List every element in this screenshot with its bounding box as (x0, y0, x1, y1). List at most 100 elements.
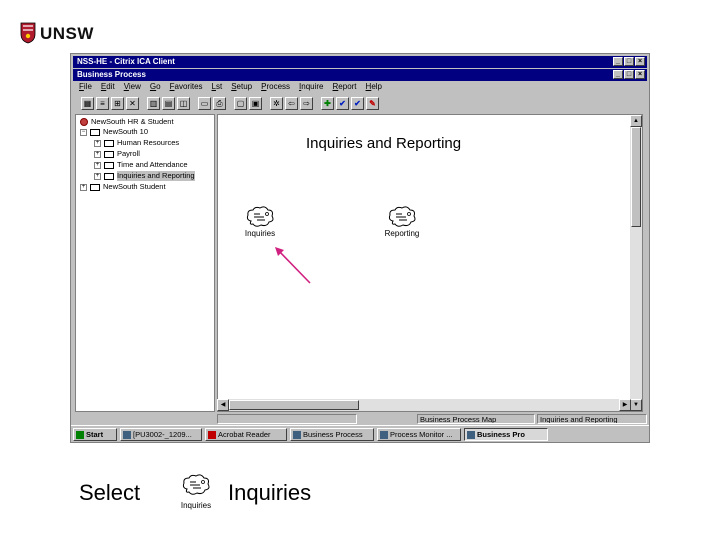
taskbar-item-active[interactable]: Business Pro (464, 428, 548, 441)
app-titlebar: NSS-HE - Citrix ICA Client _ □ × (73, 56, 647, 68)
scroll-up-icon[interactable]: ▲ (630, 115, 642, 127)
app-window-buttons: _ □ × (613, 57, 645, 67)
root-icon (80, 118, 88, 126)
process-cloud-icon (182, 474, 210, 495)
start-button[interactable]: Start (73, 428, 117, 441)
tree-item[interactable]: + Payroll (94, 149, 140, 159)
taskbar-item[interactable]: [PU3002-_1209... (120, 428, 202, 441)
minimize-button[interactable]: _ (613, 57, 623, 66)
report-icon[interactable]: ▣ (249, 96, 262, 110)
menu-file[interactable]: File (79, 81, 92, 93)
scroll-left-icon[interactable]: ◀ (217, 399, 229, 411)
expand-icon[interactable]: + (94, 172, 101, 180)
crest-icon (20, 22, 36, 44)
form-icon[interactable]: ▭ (198, 96, 211, 110)
caption-inquiries-icon: Inquiries (178, 472, 214, 512)
taskbar-item[interactable]: Acrobat Reader (205, 428, 287, 441)
expand-icon[interactable]: + (94, 139, 101, 147)
list-icon[interactable]: ≡ (96, 96, 109, 110)
menu-bar: File Edit View Go Favorites Lst Setup Pr… (73, 81, 647, 93)
tree-item-label: Payroll (117, 149, 140, 158)
doc-close-button[interactable]: × (635, 70, 645, 79)
menu-setup[interactable]: Setup (231, 81, 252, 93)
tree-item-selected[interactable]: + Inquiries and Reporting (94, 171, 195, 181)
close-button[interactable]: × (635, 57, 645, 66)
process-map-pane: Inquiries and Reporting Inquiries Report… (217, 114, 643, 412)
print-icon[interactable]: ⎙ (213, 96, 226, 110)
back-arrow-icon[interactable]: ⇦ (285, 96, 298, 110)
vertical-scrollbar[interactable]: ▲ ▼ (630, 115, 642, 411)
acrobat-icon (208, 430, 216, 439)
menu-report[interactable]: Report (333, 81, 357, 93)
vertical-scroll-thumb[interactable] (631, 127, 641, 227)
menu-view[interactable]: View (124, 81, 141, 93)
menu-go[interactable]: Go (150, 81, 161, 93)
expand-icon[interactable]: + (94, 161, 101, 169)
collapse-icon[interactable]: − (80, 128, 87, 136)
edit-pen-icon[interactable]: ✎ (366, 96, 379, 110)
folder-icon (104, 161, 114, 169)
taskbar-item[interactable]: Process Monitor ... (377, 428, 461, 441)
folder-icon (104, 172, 114, 180)
menu-inquire[interactable]: Inquire (299, 81, 323, 93)
taskbar-item[interactable]: Business Process (290, 428, 374, 441)
unsw-logo: UNSW (20, 22, 110, 50)
app-title: NSS-HE - Citrix ICA Client (77, 57, 175, 66)
screenshot-window: NSS-HE - Citrix ICA Client _ □ × Busines… (70, 53, 650, 443)
menu-edit[interactable]: Edit (101, 81, 115, 93)
menu-favorites[interactable]: Favorites (170, 81, 203, 93)
inquiries-node[interactable]: Inquiries (240, 205, 280, 238)
horizontal-scrollbar[interactable]: ◀ ▶ (217, 399, 631, 411)
tree-item-label: NewSouth HR & Student (91, 117, 174, 126)
status-bar: Business Process Map Inquiries and Repor… (73, 414, 647, 424)
taskbar-item-label: Business Process (303, 430, 363, 439)
scroll-right-icon[interactable]: ▶ (619, 399, 631, 411)
horizontal-scroll-thumb[interactable] (229, 400, 359, 410)
columns-icon[interactable]: ▥ (147, 96, 160, 110)
doc-minimize-button[interactable]: _ (613, 70, 623, 79)
rows-icon[interactable]: ▤ (162, 96, 175, 110)
tree-item[interactable]: + NewSouth Student (80, 182, 166, 192)
check-icon[interactable]: ✔ (336, 96, 349, 110)
process-cloud-icon (246, 206, 274, 227)
grid-icon[interactable]: ▦ (81, 96, 94, 110)
process-map-icon[interactable]: ✲ (270, 96, 283, 110)
menu-process[interactable]: Process (261, 81, 290, 93)
delete-icon[interactable]: ✕ (126, 96, 139, 110)
caption-target: Inquiries (228, 480, 312, 505)
node-label: Inquiries (244, 229, 276, 238)
tree-item[interactable]: + Time and Attendance (94, 160, 188, 170)
caption-select: Select (79, 480, 141, 505)
caption-icon-label: Inquiries (180, 501, 212, 510)
tree-icon[interactable]: ⊞ (111, 96, 124, 110)
start-label: Start (86, 430, 104, 439)
tree-item-label: NewSouth 10 (103, 127, 149, 136)
tree-item[interactable]: + Human Resources (94, 138, 179, 148)
reporting-node[interactable]: Reporting (380, 205, 424, 238)
tree-item[interactable]: − NewSouth 10 (80, 127, 148, 137)
node-label: Reporting (384, 229, 420, 238)
toolbar-separator (315, 96, 319, 110)
doc-maximize-button[interactable]: □ (624, 70, 634, 79)
menu-list[interactable]: Lst (212, 81, 223, 93)
add-icon[interactable]: ✚ (321, 96, 334, 110)
window-icon (380, 430, 388, 439)
maximize-button[interactable]: □ (624, 57, 634, 66)
process-cloud-icon (388, 206, 416, 227)
map-title: Inquiries and Reporting (306, 135, 462, 152)
forward-arrow-icon[interactable]: ⇨ (300, 96, 313, 110)
window-icon (467, 430, 475, 439)
toolbar-separator (192, 96, 196, 110)
status-panel-3: Inquiries and Reporting (537, 414, 647, 424)
check-all-icon[interactable]: ✔ (351, 96, 364, 110)
windows-logo-icon (76, 430, 84, 439)
doc-titlebar: Business Process _ □ × (73, 69, 647, 81)
document-icon[interactable]: ▢ (234, 96, 247, 110)
menu-help[interactable]: Help (366, 81, 382, 93)
expand-icon[interactable]: + (80, 183, 87, 191)
scroll-down-icon[interactable]: ▼ (630, 399, 642, 411)
split-icon[interactable]: ◫ (177, 96, 190, 110)
status-panel-2: Business Process Map (417, 414, 535, 424)
expand-icon[interactable]: + (94, 150, 101, 158)
tree-item[interactable]: NewSouth HR & Student (80, 117, 174, 127)
